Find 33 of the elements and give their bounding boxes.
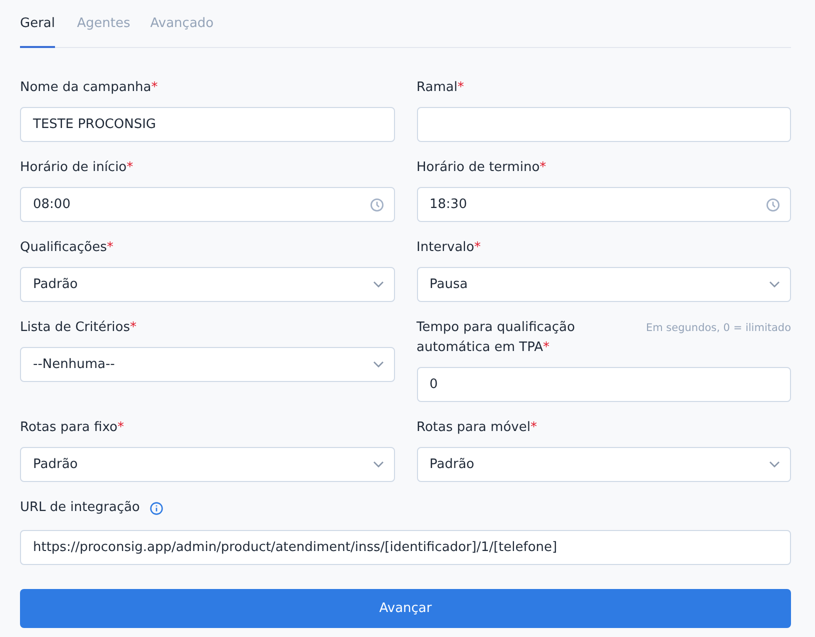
chevron-down-icon (769, 461, 780, 468)
field-label: Intervalo* (416, 239, 481, 257)
input-field[interactable]: TESTE PROCONSIG (20, 107, 394, 142)
chevron-down-icon (372, 361, 384, 368)
field-label: Rotas para móvel* (416, 419, 537, 437)
select-field[interactable]: Pausa (416, 267, 791, 302)
hint-text: Em segundos, 0 = ilimitado (646, 321, 791, 336)
input-field[interactable] (416, 107, 791, 142)
chevron-down-icon (372, 281, 384, 288)
clock-icon (766, 198, 780, 212)
tab[interactable]: Geral (20, 0, 55, 48)
select-field[interactable]: --Nenhuma-- (20, 347, 394, 382)
field-label: Nome da campanha* (20, 79, 158, 97)
field-label: Tempo para qualificação automática em TPA* (416, 319, 576, 357)
field-label: URL de integração (20, 499, 140, 517)
chevron-down-icon (372, 461, 384, 468)
submit-button[interactable]: Avançar (20, 589, 791, 628)
field-label: Horário de início* (20, 159, 134, 177)
field-label: Horário de termino* (416, 159, 546, 177)
field-label: Lista de Critérios* (20, 319, 137, 337)
input-field[interactable]: 0 (416, 367, 791, 402)
time-field[interactable]: 18:30 (416, 187, 791, 222)
select-field[interactable]: Padrão (20, 447, 394, 482)
time-field[interactable]: 08:00 (20, 187, 394, 222)
chevron-down-icon (769, 281, 780, 288)
field-label: Qualificações* (20, 239, 114, 257)
select-field[interactable]: Padrão (20, 267, 394, 302)
field-label: Rotas para fixo* (20, 419, 124, 437)
field-label: Ramal* (416, 79, 464, 97)
input-field[interactable]: https://proconsig.app/admin/product/atendiment/inss/[identificador]/1/[telefone] (20, 530, 791, 565)
clock-icon (370, 198, 384, 212)
select-field[interactable]: Padrão (416, 447, 791, 482)
info-icon[interactable] (150, 502, 163, 514)
